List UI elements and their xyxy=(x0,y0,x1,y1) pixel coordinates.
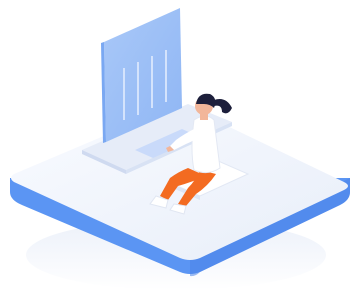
illustration-stage xyxy=(0,0,352,298)
workspace-illustration xyxy=(10,8,350,290)
